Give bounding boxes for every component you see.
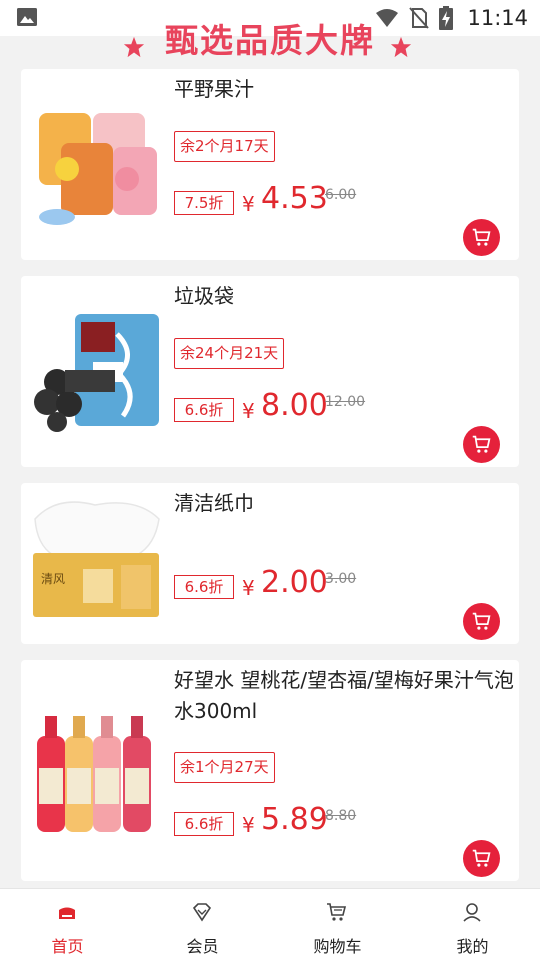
cart-icon — [472, 612, 491, 630]
user-icon — [463, 903, 481, 922]
currency-symbol: ¥ — [242, 813, 255, 837]
page-title: 甄选品质大牌 — [165, 21, 375, 60]
add-to-cart-button[interactable] — [463, 840, 500, 877]
product-name[interactable]: 垃圾袋 — [174, 281, 514, 312]
price: 2.00 — [261, 565, 328, 600]
discount-tag: 6.6折 — [174, 398, 234, 422]
tab-home[interactable]: 首页 — [0, 889, 135, 960]
original-price: 8.80 — [325, 808, 357, 824]
svg-text:清风: 清风 — [41, 572, 65, 586]
diamond-icon — [192, 903, 212, 922]
home-icon — [59, 907, 75, 919]
page-header: 甄选品质大牌 — [0, 10, 540, 66]
product-card[interactable]: 好望水 望桃花/望杏福/望梅好果汁气泡水300ml 余1个月27天 6.6折 ¥… — [21, 660, 519, 881]
add-to-cart-button[interactable] — [463, 603, 500, 640]
discount-tag: 6.6折 — [174, 575, 234, 599]
product-card[interactable]: 平野果汁 余2个月17天 7.5折 ¥ 4.53 6.00 — [21, 69, 519, 260]
tab-label: 首页 — [51, 937, 84, 956]
price: 8.00 — [261, 388, 328, 423]
product-image — [37, 716, 151, 832]
price: 4.53 — [261, 181, 328, 216]
tab-member[interactable]: 会员 — [135, 889, 270, 960]
product-card[interactable]: 垃圾袋 余24个月21天 6.6折 ¥ 8.00 12.00 — [21, 276, 519, 467]
product-name[interactable]: 好望水 望桃花/望杏福/望梅好果汁气泡水300ml — [174, 665, 514, 727]
discount-tag: 6.6折 — [174, 812, 234, 836]
remaining-time-tag: 余1个月27天 — [174, 752, 275, 783]
product-image — [39, 113, 157, 225]
product-image: 清风 — [33, 501, 160, 617]
star-icon — [123, 36, 145, 58]
currency-symbol: ¥ — [242, 192, 255, 216]
remaining-time-tag: 余24个月21天 — [174, 338, 285, 369]
product-list[interactable]: 平野果汁 余2个月17天 7.5折 ¥ 4.53 6.00 垃圾袋 余24个月2… — [0, 66, 540, 888]
tab-label: 我的 — [456, 937, 489, 956]
cart-icon — [327, 903, 347, 921]
currency-symbol: ¥ — [242, 399, 255, 423]
product-name[interactable]: 清洁纸巾 — [174, 488, 514, 519]
original-price: 12.00 — [325, 394, 366, 410]
discount-tag: 7.5折 — [174, 191, 234, 215]
product-card[interactable]: 清风 清洁纸巾 6.6折 ¥ 2.00 3.00 — [21, 483, 519, 644]
original-price: 6.00 — [325, 187, 357, 203]
cart-icon — [472, 228, 491, 246]
tab-label: 会员 — [186, 937, 219, 956]
original-price: 3.00 — [325, 571, 357, 587]
tab-profile[interactable]: 我的 — [405, 889, 540, 960]
currency-symbol: ¥ — [242, 576, 255, 600]
star-icon — [390, 36, 412, 58]
product-name[interactable]: 平野果汁 — [174, 74, 514, 105]
tab-label: 购物车 — [313, 937, 362, 956]
cart-icon — [472, 435, 491, 453]
cart-icon — [472, 849, 491, 867]
product-image — [34, 314, 159, 432]
tab-cart[interactable]: 购物车 — [270, 889, 405, 960]
add-to-cart-button[interactable] — [463, 426, 500, 463]
price: 5.89 — [261, 802, 328, 837]
remaining-time-tag: 余2个月17天 — [174, 131, 275, 162]
add-to-cart-button[interactable] — [463, 219, 500, 256]
bottom-tab-bar: 首页 会员 购物车 我的 — [0, 888, 540, 960]
